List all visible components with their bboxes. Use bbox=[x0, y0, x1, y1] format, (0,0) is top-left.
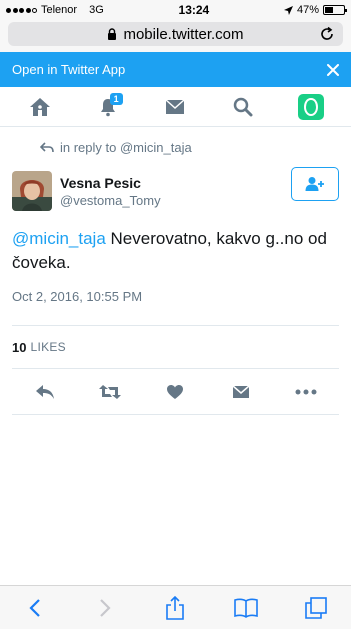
reply-button[interactable] bbox=[30, 377, 60, 407]
tweet-author: Vesna Pesic @vestoma_Tomy bbox=[0, 157, 351, 215]
bookmarks-icon bbox=[233, 598, 258, 618]
direct-message-button[interactable] bbox=[226, 377, 256, 407]
nav-home[interactable] bbox=[20, 92, 60, 122]
author-name[interactable]: Vesna Pesic bbox=[60, 175, 161, 191]
lock-icon bbox=[108, 28, 117, 40]
location-icon bbox=[283, 5, 293, 15]
follow-user-icon bbox=[305, 177, 324, 191]
reply-icon bbox=[35, 384, 54, 399]
reload-icon[interactable] bbox=[319, 26, 335, 42]
reply-arrow-icon bbox=[40, 141, 54, 152]
retweet-button[interactable] bbox=[95, 377, 125, 407]
status-left: Telenor 3G bbox=[6, 4, 104, 16]
tweet-mention[interactable]: @micin_taja bbox=[12, 229, 106, 248]
share-button[interactable] bbox=[157, 590, 193, 626]
open-in-app-banner[interactable]: Open in Twitter App bbox=[0, 52, 351, 87]
back-button[interactable] bbox=[17, 590, 53, 626]
open-in-app-label[interactable]: Open in Twitter App bbox=[12, 62, 125, 77]
bookmarks-button[interactable] bbox=[228, 590, 264, 626]
status-bar: Telenor 3G 13:24 47% bbox=[0, 0, 351, 20]
likes-count: 10 bbox=[12, 339, 27, 355]
signal-icon bbox=[6, 7, 37, 13]
direct-message-icon bbox=[232, 384, 250, 398]
nav-compose[interactable] bbox=[291, 92, 331, 122]
more-icon bbox=[295, 389, 317, 394]
likes-label: LIKES bbox=[30, 340, 66, 354]
tweet-text: @micin_taja Neverovatno, kakvo g..no od … bbox=[0, 215, 351, 275]
like-button[interactable] bbox=[160, 377, 190, 407]
back-icon bbox=[29, 598, 40, 617]
url-bar-container: mobile.twitter.com bbox=[0, 20, 351, 52]
status-time: 13:24 bbox=[178, 3, 210, 17]
home-icon bbox=[29, 97, 50, 116]
author-names: Vesna Pesic @vestoma_Tomy bbox=[60, 175, 161, 208]
search-icon bbox=[234, 97, 253, 116]
tweet-stats[interactable]: 10 LIKES bbox=[12, 325, 339, 369]
reply-to-text[interactable]: in reply to @micin_taja bbox=[60, 140, 192, 155]
compose-button[interactable] bbox=[298, 93, 325, 120]
tweet-actions bbox=[12, 369, 339, 415]
url-bar[interactable]: mobile.twitter.com bbox=[8, 22, 343, 46]
tabs-icon bbox=[305, 596, 327, 619]
follow-button[interactable] bbox=[291, 167, 339, 201]
twitter-nav-bar: 1 bbox=[0, 87, 351, 127]
url-text: mobile.twitter.com bbox=[123, 25, 244, 43]
forward-icon bbox=[100, 598, 111, 617]
messages-icon bbox=[165, 98, 185, 114]
retweet-icon bbox=[99, 384, 122, 399]
compose-icon bbox=[304, 97, 319, 116]
safari-toolbar bbox=[0, 585, 351, 629]
more-button[interactable] bbox=[291, 377, 321, 407]
avatar-image bbox=[12, 171, 52, 211]
status-right: 47% bbox=[283, 4, 347, 16]
nav-notifications[interactable]: 1 bbox=[88, 92, 128, 122]
share-icon bbox=[166, 595, 185, 620]
tabs-button[interactable] bbox=[298, 590, 334, 626]
notifications-badge: 1 bbox=[109, 92, 123, 105]
tweet-date[interactable]: Oct 2, 2016, 10:55 PM bbox=[0, 275, 351, 315]
nav-messages[interactable] bbox=[155, 92, 195, 122]
nav-search[interactable] bbox=[223, 92, 263, 122]
close-icon[interactable] bbox=[327, 63, 339, 76]
author-handle[interactable]: @vestoma_Tomy bbox=[60, 193, 161, 208]
battery-icon bbox=[323, 5, 347, 15]
network-type: 3G bbox=[89, 4, 104, 16]
avatar[interactable] bbox=[12, 171, 52, 211]
forward-button[interactable] bbox=[87, 590, 123, 626]
reply-context[interactable]: in reply to @micin_taja bbox=[0, 127, 351, 157]
like-icon bbox=[167, 384, 184, 399]
carrier-name: Telenor bbox=[41, 4, 78, 16]
battery-percent: 47% bbox=[296, 4, 319, 16]
